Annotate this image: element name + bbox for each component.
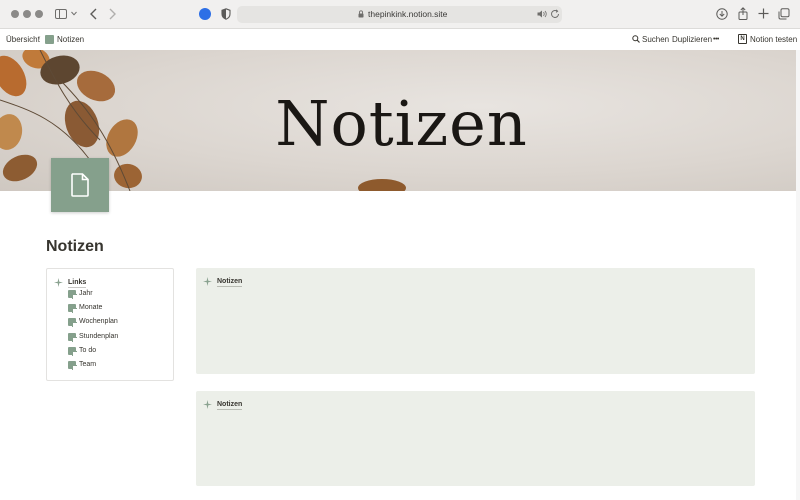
page-icon-small	[45, 35, 54, 44]
cover-title: Notizen	[275, 87, 528, 160]
back-icon[interactable]	[90, 8, 97, 20]
breadcrumb-root[interactable]: Übersicht	[6, 35, 40, 45]
link-item-label: Stundenplan	[79, 333, 119, 340]
notes-panel-heading-label[interactable]: Notizen	[217, 400, 243, 410]
chevron-down-icon[interactable]	[71, 11, 77, 16]
forward-icon[interactable]	[109, 8, 116, 20]
link-item-to-do[interactable]: To do	[68, 346, 168, 356]
link-item-jahr[interactable]: Jahr	[68, 289, 168, 299]
sparkle-icon	[54, 278, 63, 287]
link-item-label: Team	[79, 361, 97, 368]
reload-icon[interactable]	[550, 9, 560, 19]
close-window-button[interactable]	[11, 10, 19, 18]
window-edge	[796, 50, 800, 500]
duplicate-button[interactable]: Duplizieren	[672, 35, 712, 45]
sidebar-icon[interactable]	[55, 9, 67, 19]
link-item-monate[interactable]: Monate	[68, 303, 168, 313]
page-title: Notizen	[46, 238, 104, 255]
link-item-label: Jahr	[79, 290, 93, 297]
notes-panel-1: Notizen	[196, 268, 755, 374]
notion-topbar: Übersicht / Notizen Suchen Duplizieren •…	[0, 29, 800, 50]
search-icon[interactable]	[632, 35, 640, 45]
link-item-label: To do	[79, 347, 97, 354]
search-button[interactable]: Suchen	[642, 35, 669, 45]
page-link-icon	[68, 361, 77, 370]
speaker-icon[interactable]	[537, 10, 547, 18]
shield-icon[interactable]	[221, 8, 231, 20]
try-notion-button[interactable]: Notion testen	[750, 35, 797, 45]
download-icon[interactable]	[716, 8, 728, 20]
url-text: thepinkink.notion.site	[368, 9, 448, 19]
link-item-team[interactable]: Team	[68, 360, 168, 370]
address-bar[interactable]: thepinkink.notion.site	[237, 6, 562, 23]
notes-panel-2: Notizen	[196, 391, 755, 486]
share-icon[interactable]	[738, 7, 748, 20]
notion-logo-icon: N	[738, 34, 747, 44]
document-icon	[71, 173, 89, 197]
page-link-icon	[68, 347, 77, 356]
breadcrumb-current[interactable]: Notizen	[57, 35, 84, 45]
zoom-window-button[interactable]	[35, 10, 43, 18]
page-link-icon	[68, 304, 77, 313]
page-link-icon	[68, 290, 77, 299]
link-item-stundenplan[interactable]: Stundenplan	[68, 332, 168, 342]
links-callout: Links Jahr Monate Wochenplan Stundenplan…	[46, 268, 174, 381]
minimize-window-button[interactable]	[23, 10, 31, 18]
lock-icon	[358, 10, 364, 18]
link-item-label: Wochenplan	[79, 318, 118, 325]
sparkle-icon	[203, 400, 212, 409]
link-item-label: Monate	[79, 304, 103, 311]
notes-panel-heading-label[interactable]: Notizen	[217, 277, 243, 287]
more-options-button[interactable]: •••	[713, 35, 719, 45]
links-heading-label[interactable]: Links	[68, 278, 87, 288]
new-tab-icon[interactable]	[758, 8, 769, 19]
link-item-wochenplan[interactable]: Wochenplan	[68, 317, 168, 327]
browser-toolbar: thepinkink.notion.site	[0, 0, 800, 29]
extension-icon[interactable]	[199, 8, 211, 20]
page-cover: Notizen	[0, 50, 800, 191]
page-link-icon	[68, 333, 77, 342]
page-link-icon	[68, 318, 77, 327]
page-icon[interactable]	[51, 158, 109, 212]
sparkle-icon	[203, 277, 212, 286]
tabs-overview-icon[interactable]	[778, 8, 790, 20]
breadcrumb-separator: /	[38, 35, 41, 44]
